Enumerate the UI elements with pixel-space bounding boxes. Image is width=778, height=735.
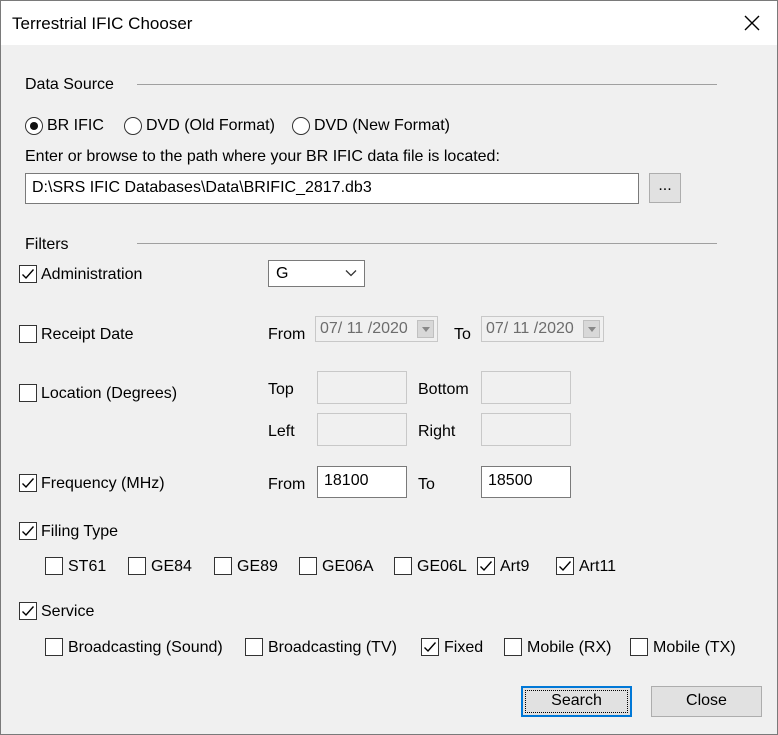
- filing-art9-label[interactable]: Art9: [500, 558, 529, 576]
- service-fixed-label[interactable]: Fixed: [444, 639, 483, 657]
- filing-ge84-checkbox[interactable]: [128, 557, 146, 575]
- service-broadcasting-sound-label[interactable]: Broadcasting (Sound): [68, 639, 223, 657]
- location-left-input[interactable]: [317, 413, 407, 446]
- service-mobile-tx-label[interactable]: Mobile (TX): [653, 639, 736, 657]
- radio-br-ific[interactable]: [25, 117, 43, 135]
- checkmark-icon: [22, 606, 35, 617]
- radio-dvd-old[interactable]: [124, 117, 142, 135]
- close-button[interactable]: Close: [651, 686, 762, 717]
- location-top-label: Top: [268, 381, 294, 398]
- administration-checkbox[interactable]: [19, 265, 37, 283]
- location-right-input[interactable]: [481, 413, 571, 446]
- filing-art11-checkbox[interactable]: [556, 557, 574, 575]
- checkmark-icon: [22, 478, 35, 489]
- administration-value: G: [276, 265, 289, 282]
- filing-art9-checkbox[interactable]: [477, 557, 495, 575]
- filing-ge89-checkbox[interactable]: [214, 557, 232, 575]
- location-checkbox[interactable]: [19, 384, 37, 402]
- filing-ge06l-label[interactable]: GE06L: [417, 558, 467, 576]
- service-mobile-tx-checkbox[interactable]: [630, 638, 648, 656]
- location-bottom-input[interactable]: [481, 371, 571, 404]
- filing-ge06a-label[interactable]: GE06A: [322, 558, 374, 576]
- checkmark-icon: [424, 642, 437, 653]
- radio-dvd-new[interactable]: [292, 117, 310, 135]
- path-prompt: Enter or browse to the path where your B…: [25, 148, 500, 165]
- location-right-label: Right: [418, 423, 456, 440]
- location-top-input[interactable]: [317, 371, 407, 404]
- frequency-to-label: To: [418, 476, 435, 493]
- checkmark-icon: [559, 561, 572, 572]
- receipt-date-to-label: To: [454, 326, 471, 343]
- radio-dvd-old-label[interactable]: DVD (Old Format): [146, 117, 275, 135]
- filing-type-label[interactable]: Filing Type: [41, 523, 118, 541]
- calendar-dropdown-icon: [583, 320, 600, 338]
- receipt-date-to-value: 07/ 11 /2020: [486, 320, 574, 337]
- frequency-label[interactable]: Frequency (MHz): [41, 475, 165, 493]
- service-mobile-rx-checkbox[interactable]: [504, 638, 522, 656]
- filing-ge89-label[interactable]: GE89: [237, 558, 278, 576]
- data-source-heading: Data Source: [25, 76, 114, 93]
- service-label[interactable]: Service: [41, 603, 94, 621]
- administration-select[interactable]: G: [268, 260, 365, 287]
- radio-br-ific-label[interactable]: BR IFIC: [47, 117, 104, 135]
- receipt-date-to-picker[interactable]: 07/ 11 /2020: [481, 316, 604, 342]
- location-left-label: Left: [268, 423, 295, 440]
- dialog-window: Terrestrial IFIC Chooser Data Source BR …: [0, 0, 778, 735]
- service-fixed-checkbox[interactable]: [421, 638, 439, 656]
- receipt-date-checkbox[interactable]: [19, 325, 37, 343]
- calendar-dropdown-icon: [417, 320, 434, 338]
- window-close-button[interactable]: [732, 3, 772, 43]
- filing-ge06l-checkbox[interactable]: [394, 557, 412, 575]
- filing-st61-checkbox[interactable]: [45, 557, 63, 575]
- data-source-divider: [137, 84, 717, 85]
- service-mobile-rx-label[interactable]: Mobile (RX): [527, 639, 611, 657]
- filing-ge06a-checkbox[interactable]: [299, 557, 317, 575]
- frequency-from-label: From: [268, 476, 306, 493]
- title-bar: Terrestrial IFIC Chooser: [1, 1, 777, 45]
- chevron-down-icon: [345, 270, 357, 277]
- browse-button[interactable]: ...: [649, 173, 681, 203]
- service-broadcasting-tv-checkbox[interactable]: [245, 638, 263, 656]
- administration-label[interactable]: Administration: [41, 266, 142, 284]
- filing-st61-label[interactable]: ST61: [68, 558, 106, 576]
- receipt-date-from-value: 07/ 11 /2020: [320, 320, 408, 337]
- checkmark-icon: [22, 269, 35, 280]
- receipt-date-from-picker[interactable]: 07/ 11 /2020: [315, 316, 438, 342]
- checkmark-icon: [480, 561, 493, 572]
- location-bottom-label: Bottom: [418, 381, 469, 398]
- service-broadcasting-tv-label[interactable]: Broadcasting (TV): [268, 639, 397, 657]
- receipt-date-from-label: From: [268, 326, 306, 343]
- filing-art11-label[interactable]: Art11: [579, 558, 616, 576]
- filing-ge84-label[interactable]: GE84: [151, 558, 192, 576]
- frequency-from-input[interactable]: 18100: [317, 466, 407, 498]
- search-button[interactable]: Search: [521, 686, 632, 717]
- service-broadcasting-sound-checkbox[interactable]: [45, 638, 63, 656]
- radio-dvd-new-label[interactable]: DVD (New Format): [314, 117, 450, 135]
- filters-heading: Filters: [25, 236, 69, 253]
- location-label[interactable]: Location (Degrees): [41, 385, 177, 403]
- filing-type-checkbox[interactable]: [19, 522, 37, 540]
- window-title: Terrestrial IFIC Chooser: [12, 14, 193, 33]
- close-icon: [744, 15, 760, 31]
- frequency-to-input[interactable]: 18500: [481, 466, 571, 498]
- receipt-date-label[interactable]: Receipt Date: [41, 326, 134, 344]
- service-checkbox[interactable]: [19, 602, 37, 620]
- frequency-checkbox[interactable]: [19, 474, 37, 492]
- checkmark-icon: [22, 526, 35, 537]
- path-input[interactable]: D:\SRS IFIC Databases\Data\BRIFIC_2817.d…: [25, 173, 639, 204]
- filters-divider: [137, 243, 717, 244]
